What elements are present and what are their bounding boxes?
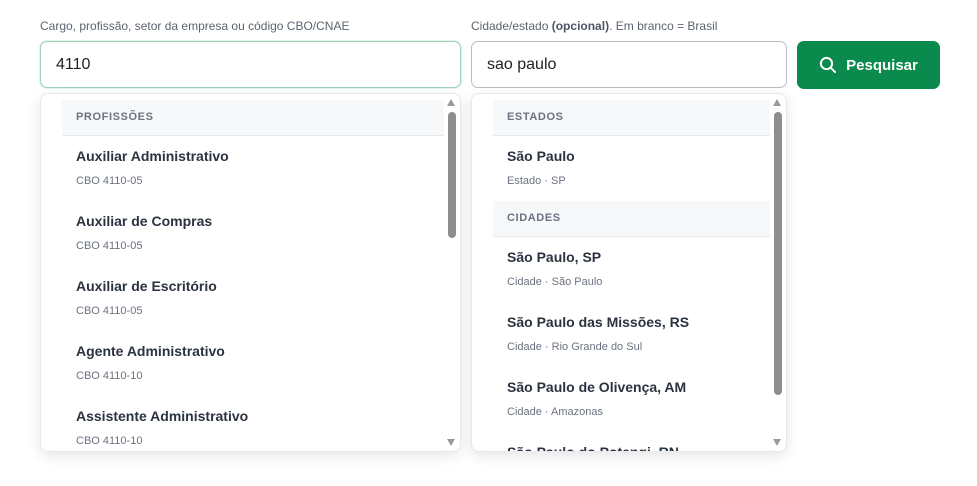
- city-suggestion-item[interactable]: São Paulo do Potengi, RN: [493, 432, 770, 452]
- search-form: Cargo, profissão, setor da empresa ou có…: [0, 0, 977, 486]
- city-field-label-main: Cidade/estado: [471, 19, 549, 33]
- job-suggestion-item[interactable]: Agente Administrativo CBO 4110-10: [62, 331, 444, 396]
- job-suggestion-code: CBO 4110-05: [76, 240, 143, 252]
- scroll-up-arrow-icon[interactable]: [447, 99, 455, 106]
- city-suggestion-item[interactable]: São Paulo, SP Cidade · São Paulo: [493, 237, 770, 302]
- job-field-label: Cargo, profissão, setor da empresa ou có…: [40, 19, 349, 33]
- job-search-input-value: 4110: [56, 56, 91, 73]
- city-suggestion-item[interactable]: São Paulo de Olivença, AM Cidade · Amazo…: [493, 367, 770, 432]
- job-suggestion-item[interactable]: Auxiliar Administrativo CBO 4110-05: [62, 136, 444, 201]
- scroll-thumb[interactable]: [774, 112, 782, 395]
- job-field-label-text: Cargo, profissão, setor da empresa ou có…: [40, 19, 350, 33]
- job-suggestion-title: Auxiliar de Compras: [76, 213, 213, 229]
- job-suggestion-code: CBO 4110-10: [76, 370, 143, 382]
- job-suggestion-item[interactable]: Auxiliar de Escritório CBO 4110-05: [62, 266, 444, 331]
- city-search-input[interactable]: sao paulo: [471, 41, 787, 88]
- job-search-input[interactable]: 4110: [40, 41, 461, 88]
- job-suggestion-item[interactable]: Auxiliar de Compras CBO 4110-05: [62, 201, 444, 266]
- scroll-down-arrow-icon[interactable]: [447, 439, 455, 446]
- city-suggestion-title: São Paulo das Missões, RS: [507, 314, 690, 330]
- city-field-label-suffix: . Em branco = Brasil: [609, 19, 718, 33]
- group-header-professions: PROFISSÕES: [62, 100, 444, 136]
- job-suggestion-title: Auxiliar de Escritório: [76, 278, 217, 294]
- city-search-input-value: sao paulo: [487, 56, 557, 73]
- search-button[interactable]: Pesquisar: [797, 41, 940, 89]
- city-field-label: Cidade/estado (opcional). Em branco = Br…: [471, 19, 717, 33]
- city-suggestion-sub: Cidade · Amazonas: [507, 406, 603, 418]
- job-suggestion-title: Agente Administrativo: [76, 343, 225, 359]
- city-dropdown-scrollbar[interactable]: [771, 96, 784, 449]
- group-header-cities: CIDADES: [493, 201, 770, 237]
- city-suggestion-sub: Cidade · Rio Grande do Sul: [507, 341, 643, 353]
- city-suggestions-list: ESTADOS São Paulo Estado · SP CIDADES Sã…: [493, 100, 770, 452]
- city-field-label-optional: (opcional): [551, 19, 610, 33]
- search-button-label: Pesquisar: [846, 56, 918, 74]
- scroll-down-arrow-icon[interactable]: [773, 439, 781, 446]
- state-suggestion-item[interactable]: São Paulo Estado · SP: [493, 136, 770, 201]
- group-header-states: ESTADOS: [493, 100, 770, 136]
- scroll-thumb[interactable]: [448, 112, 456, 238]
- city-suggestion-item[interactable]: São Paulo das Missões, RS Cidade · Rio G…: [493, 302, 770, 367]
- job-suggestion-code: CBO 4110-10: [76, 435, 143, 447]
- job-suggestion-code: CBO 4110-05: [76, 305, 143, 317]
- state-suggestion-title: São Paulo: [507, 148, 575, 164]
- scroll-up-arrow-icon[interactable]: [773, 99, 781, 106]
- job-suggestions-list: PROFISSÕES Auxiliar Administrativo CBO 4…: [62, 100, 444, 451]
- job-suggestions-dropdown: PROFISSÕES Auxiliar Administrativo CBO 4…: [40, 93, 461, 452]
- city-suggestion-title: São Paulo do Potengi, RN: [507, 444, 679, 452]
- search-icon: [820, 56, 837, 73]
- city-suggestions-dropdown: ESTADOS São Paulo Estado · SP CIDADES Sã…: [471, 93, 787, 452]
- job-suggestion-item[interactable]: Assistente Administrativo CBO 4110-10: [62, 396, 444, 451]
- city-suggestion-sub: Cidade · São Paulo: [507, 276, 603, 288]
- city-suggestion-title: São Paulo, SP: [507, 249, 602, 265]
- job-dropdown-scrollbar[interactable]: [445, 96, 458, 449]
- job-suggestion-title: Auxiliar Administrativo: [76, 148, 229, 164]
- job-suggestion-code: CBO 4110-05: [76, 175, 143, 187]
- city-suggestion-title: São Paulo de Olivença, AM: [507, 379, 687, 395]
- state-suggestion-sub: Estado · SP: [507, 175, 566, 187]
- job-suggestion-title: Assistente Administrativo: [76, 408, 249, 424]
